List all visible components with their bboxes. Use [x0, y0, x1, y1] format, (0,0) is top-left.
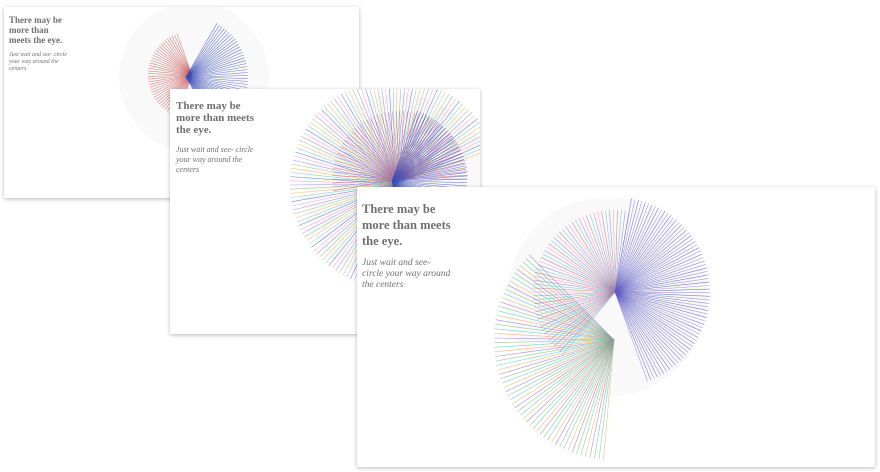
slide-card-large: There may be more than meets the eye. Ju… — [357, 187, 875, 467]
card-text-block: There may be more than meets the eye. Ju… — [362, 201, 452, 291]
card-subtitle: Just wait and see- circle your way aroun… — [362, 258, 451, 290]
card-subtitle: Just wait and see- circle your way aroun… — [9, 52, 68, 72]
card-text-block: There may be more than meets the eye. Ju… — [9, 15, 69, 73]
card-title: There may be more than meets the eye. — [9, 15, 63, 45]
card-text-block: There may be more than meets the eye. Ju… — [176, 100, 256, 175]
card-title: There may be more than meets the eye. — [362, 202, 451, 248]
card-title: There may be more than meets the eye. — [176, 100, 254, 136]
card-subtitle: Just wait and see- circle your way aroun… — [176, 145, 254, 174]
